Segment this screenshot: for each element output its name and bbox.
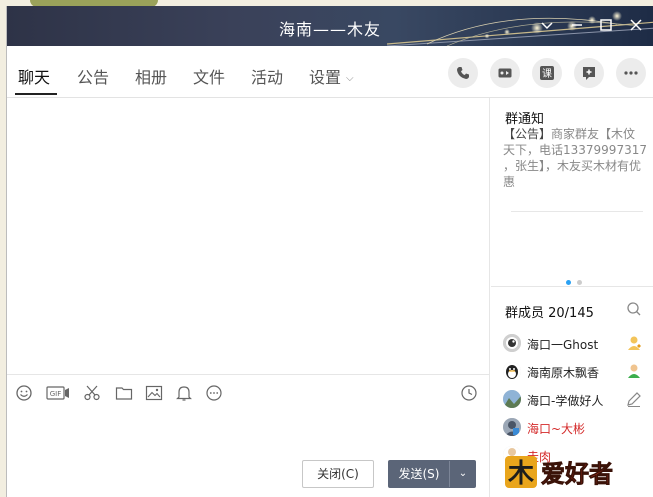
edit-icon[interactable]	[625, 390, 643, 408]
folder-icon[interactable]	[115, 384, 133, 402]
send-button-label: 发送(S)	[398, 467, 440, 481]
tab-settings-label: 设置	[309, 68, 342, 87]
close-icon[interactable]	[627, 16, 645, 34]
send-options-chevron-icon[interactable]: ⌄	[449, 461, 476, 487]
tab-album[interactable]: 相册	[135, 64, 167, 88]
group-notice-title: 群通知	[505, 112, 545, 127]
class-icon[interactable]: 课	[532, 58, 562, 88]
avatar	[503, 418, 521, 436]
maximize-icon[interactable]	[597, 16, 615, 34]
member-name: 海口~大彬	[527, 422, 586, 436]
side-divider	[491, 286, 653, 287]
bell-icon[interactable]	[175, 384, 193, 402]
minimize-icon[interactable]	[568, 16, 586, 34]
history-clock-icon[interactable]	[460, 384, 478, 402]
video-call-icon[interactable]	[490, 58, 520, 88]
image-icon[interactable]	[145, 384, 163, 402]
window-title: 海南——木友	[278, 20, 381, 39]
member-name: 海口一Ghost	[527, 338, 599, 352]
chat-toolbar: GIF	[7, 374, 489, 408]
side-panel: 群通知 【公告】商家群友【木伩天下，电话13379997317 ，张生】，木友买…	[491, 98, 653, 497]
member-item[interactable]: 海南原木飘香	[503, 362, 653, 382]
watermark-logo: 木 爱好者	[505, 456, 613, 489]
message-input[interactable]	[7, 408, 490, 456]
pager-dot[interactable]	[577, 280, 582, 285]
svg-text:爱好者: 爱好者	[541, 460, 613, 488]
tab-files[interactable]: 文件	[193, 64, 225, 88]
chevron-down-icon: ⌵	[346, 73, 354, 84]
search-icon[interactable]	[626, 301, 642, 317]
admin-badge-icon	[628, 336, 641, 350]
title-bar[interactable]: 海南——木友	[7, 6, 653, 46]
tab-settings[interactable]: 设置 ⌵	[309, 64, 354, 88]
member-name: 海口-学做好人	[527, 394, 604, 408]
members-title: 群成员 20/145	[505, 306, 594, 321]
collapse-chevron-icon[interactable]	[538, 16, 556, 34]
member-item[interactable]: 海口~大彬	[503, 418, 653, 438]
emoji-icon[interactable]	[15, 384, 33, 402]
tab-bar: 聊天 公告 相册 文件 活动 设置 ⌵ 课	[7, 46, 653, 98]
class-icon-label: 课	[542, 68, 552, 80]
gif-icon-label: GIF	[50, 390, 62, 398]
chat-window: 海南——木友 聊天 公告 相册 文件 活动 设置 ⌵ 课 GIF 关闭(C) 发…	[6, 6, 653, 497]
notice-divider	[511, 211, 643, 212]
avatar	[503, 390, 521, 408]
active-tab-indicator	[15, 93, 57, 95]
notice-prefix: 【公告】	[503, 127, 552, 141]
member-badge-icon	[628, 364, 640, 378]
avatar	[503, 362, 521, 380]
tab-chat[interactable]: 聊天	[18, 64, 50, 88]
member-name: 海南原木飘香	[527, 366, 600, 380]
pager-dot-active[interactable]	[566, 280, 571, 285]
scissors-icon[interactable]	[83, 384, 101, 402]
message-area[interactable]	[7, 98, 489, 374]
more-options-icon[interactable]	[205, 384, 223, 402]
svg-text:木: 木	[507, 459, 534, 489]
chat-panel: GIF 关闭(C) 发送(S) ⌄	[7, 98, 490, 497]
group-notice-text[interactable]: 【公告】商家群友【木伩天下，电话13379997317 ，张生】，木友买木材有优…	[503, 126, 647, 190]
member-item[interactable]: 海口-学做好人	[503, 390, 653, 410]
send-button[interactable]: 发送(S) ⌄	[388, 460, 476, 488]
tab-announcement[interactable]: 公告	[77, 64, 109, 88]
phone-icon[interactable]	[448, 58, 478, 88]
close-button[interactable]: 关闭(C)	[302, 460, 374, 488]
gif-icon[interactable]: GIF	[46, 384, 70, 402]
more-icon[interactable]	[616, 58, 646, 88]
avatar	[503, 334, 521, 352]
tab-activities[interactable]: 活动	[251, 64, 283, 88]
add-app-icon[interactable]	[574, 58, 604, 88]
member-item[interactable]: 海口一Ghost	[503, 334, 653, 354]
